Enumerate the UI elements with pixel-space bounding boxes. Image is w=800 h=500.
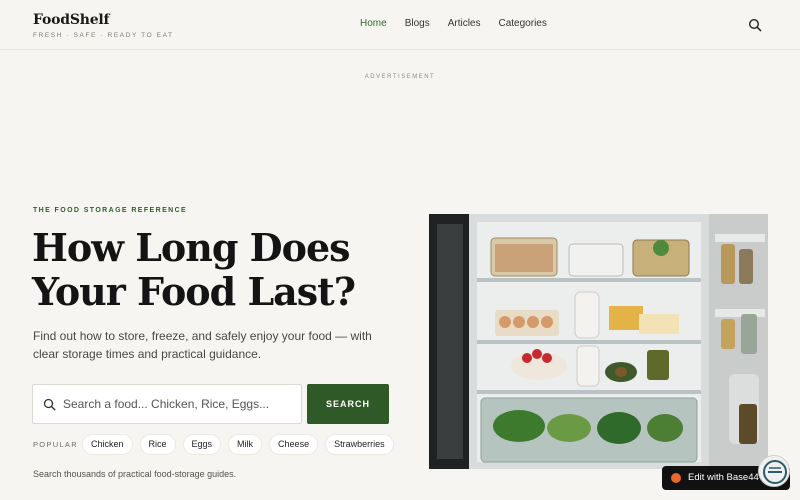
search-icon bbox=[43, 398, 56, 411]
nav-articles[interactable]: Articles bbox=[448, 18, 481, 29]
chip-cheese[interactable]: Cheese bbox=[269, 434, 319, 455]
brand-tagline: FRESH · SAFE · READY TO EAT bbox=[33, 32, 174, 39]
edit-with-label: Edit with Base44 bbox=[688, 472, 759, 483]
popular-chips: Chicken Rice Eggs Milk Cheese Strawberri… bbox=[82, 434, 394, 455]
nav-blogs[interactable]: Blogs bbox=[405, 18, 430, 29]
site-header: FoodShelf FRESH · SAFE · READY TO EAT Ho… bbox=[0, 0, 800, 50]
chip-eggs[interactable]: Eggs bbox=[182, 434, 222, 455]
nav-home[interactable]: Home bbox=[360, 18, 387, 29]
chat-widget-icon[interactable] bbox=[758, 455, 790, 487]
popular-label: POPULAR bbox=[33, 440, 78, 449]
fridge-photo bbox=[429, 214, 768, 469]
food-search-field[interactable] bbox=[32, 384, 302, 424]
advertisement-label: ADVERTISEMENT bbox=[364, 74, 436, 80]
chip-milk[interactable]: Milk bbox=[228, 434, 263, 455]
brand-name[interactable]: FoodShelf bbox=[33, 12, 174, 28]
chip-strawberries[interactable]: Strawberries bbox=[325, 434, 394, 455]
search-icon[interactable] bbox=[748, 18, 762, 32]
brand[interactable]: FoodShelf FRESH · SAFE · READY TO EAT bbox=[33, 12, 174, 39]
chip-rice[interactable]: Rice bbox=[139, 434, 176, 455]
hero-eyebrow: THE FOOD STORAGE REFERENCE bbox=[33, 207, 188, 214]
search-button[interactable]: SEARCH bbox=[307, 384, 389, 424]
hero-title: How Long Does Your Food Last? bbox=[32, 225, 356, 314]
nav-categories[interactable]: Categories bbox=[499, 18, 547, 29]
main-nav: Home Blogs Articles Categories bbox=[360, 18, 547, 29]
base44-logo-icon bbox=[671, 473, 681, 483]
search-footnote: Search thousands of practical food-stora… bbox=[33, 469, 237, 479]
food-search-input[interactable] bbox=[63, 385, 298, 423]
hero-subtitle: Find out how to store, freeze, and safel… bbox=[33, 329, 372, 361]
chip-chicken[interactable]: Chicken bbox=[82, 434, 133, 455]
